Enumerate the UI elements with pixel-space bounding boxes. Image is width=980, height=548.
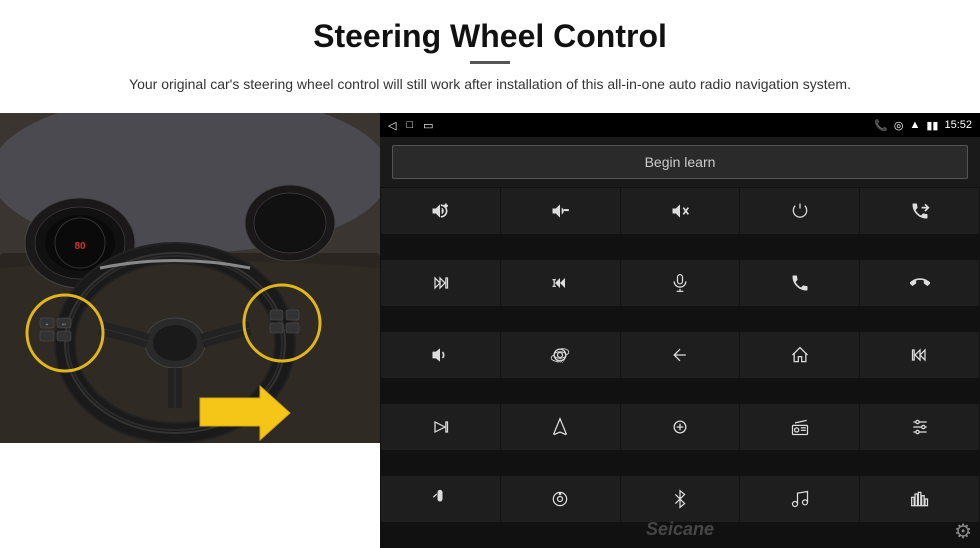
- power-button[interactable]: [740, 188, 859, 234]
- rewind-ff-button[interactable]: [501, 260, 620, 306]
- bluetooth-button[interactable]: [621, 476, 740, 522]
- svg-text:+: +: [445, 204, 449, 210]
- back-nav-icon[interactable]: ◁: [388, 119, 396, 132]
- svg-text:↩: ↩: [62, 322, 66, 328]
- page-container: Steering Wheel Control Your original car…: [0, 0, 980, 548]
- wifi-icon: ▲: [909, 119, 920, 131]
- equalizer-button[interactable]: [860, 476, 979, 522]
- vol-up-button[interactable]: +: [381, 188, 500, 234]
- svg-text:360°: 360°: [557, 359, 566, 364]
- mic2-button[interactable]: [381, 476, 500, 522]
- hang-up-button[interactable]: [860, 260, 979, 306]
- gear-icon[interactable]: ⚙: [954, 519, 972, 544]
- android-panel: ◁ □ ▭ 📞 ◎ ▲ ▮▮ 15:52 Begin learn: [380, 113, 980, 548]
- begin-learn-button[interactable]: Begin learn: [392, 145, 968, 179]
- begin-learn-row: Begin learn: [380, 137, 980, 187]
- eq-button[interactable]: [621, 404, 740, 450]
- svg-text:+: +: [46, 322, 49, 328]
- back-button[interactable]: [621, 332, 740, 378]
- speaker-button[interactable]: [381, 332, 500, 378]
- vol-down-button[interactable]: −: [501, 188, 620, 234]
- camera360-button[interactable]: 360°: [501, 332, 620, 378]
- content-section: 80: [0, 113, 980, 548]
- home-nav-icon[interactable]: □: [406, 119, 413, 131]
- clock: 15:52: [944, 119, 972, 131]
- navigation-button[interactable]: [501, 404, 620, 450]
- settings-ctrl-button[interactable]: [860, 404, 979, 450]
- mic-button[interactable]: [621, 260, 740, 306]
- status-bar-nav: ◁ □ ▭: [388, 119, 434, 132]
- header-section: Steering Wheel Control Your original car…: [0, 0, 980, 105]
- svg-text:80: 80: [74, 241, 86, 252]
- svg-text:−: −: [564, 206, 569, 215]
- battery-icon: ▮▮: [926, 119, 938, 132]
- phone-answer-button[interactable]: [740, 260, 859, 306]
- mute-button[interactable]: [621, 188, 740, 234]
- music-button[interactable]: [740, 476, 859, 522]
- page-title: Steering Wheel Control: [60, 18, 920, 55]
- controls-grid: + −: [380, 187, 980, 548]
- car-image: 80: [0, 113, 380, 443]
- skip-forward-button[interactable]: [381, 260, 500, 306]
- radio-button[interactable]: [740, 404, 859, 450]
- phone-icon: 📞: [874, 119, 888, 132]
- next-track-button[interactable]: [381, 404, 500, 450]
- recents-nav-icon[interactable]: ▭: [423, 119, 433, 132]
- title-divider: [470, 61, 510, 64]
- location-icon: ◎: [894, 119, 904, 132]
- skip-prev-button[interactable]: [860, 332, 979, 378]
- status-bar: ◁ □ ▭ 📞 ◎ ▲ ▮▮ 15:52: [380, 113, 980, 137]
- home-button[interactable]: [740, 332, 859, 378]
- prev-call-button[interactable]: [860, 188, 979, 234]
- knob-button[interactable]: [501, 476, 620, 522]
- subtitle: Your original car's steering wheel contr…: [100, 74, 880, 95]
- status-bar-info: 📞 ◎ ▲ ▮▮ 15:52: [874, 119, 972, 132]
